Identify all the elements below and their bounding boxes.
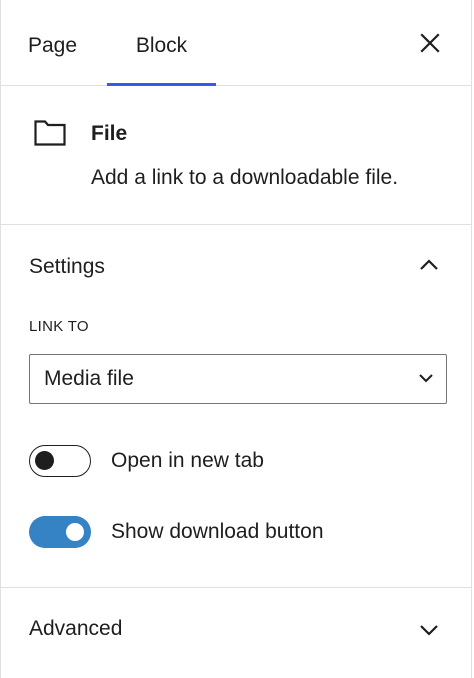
- advanced-panel-toggle[interactable]: Advanced: [1, 599, 471, 659]
- chevron-down-icon: [419, 374, 433, 383]
- tab-block[interactable]: Block: [107, 0, 216, 86]
- chevron-up-icon: [420, 259, 438, 270]
- chevron-down-icon: [420, 625, 438, 636]
- close-icon: [420, 33, 440, 53]
- block-card: [1, 86, 471, 225]
- block-inspector-panel: Page Block File Add a link to a download…: [0, 0, 472, 678]
- toggle-knob: [35, 451, 54, 470]
- open-new-tab-toggle[interactable]: [29, 445, 91, 477]
- block-title: File: [91, 122, 128, 145]
- close-button[interactable]: [417, 30, 445, 58]
- folder-icon: [34, 120, 66, 146]
- link-to-value: Media file: [44, 367, 134, 390]
- show-download-button-label: Show download button: [111, 520, 324, 543]
- link-to-label: LINK TO: [29, 318, 89, 335]
- block-description: Add a link to a downloadable file.: [91, 166, 399, 189]
- open-new-tab-label: Open in new tab: [111, 449, 264, 472]
- settings-panel-toggle[interactable]: Settings: [1, 236, 471, 296]
- link-to-select[interactable]: Media file: [29, 354, 447, 404]
- sidebar-tabs: Page Block: [1, 0, 471, 86]
- toggle-knob: [66, 523, 84, 541]
- advanced-title: Advanced: [29, 617, 123, 640]
- tab-page[interactable]: Page: [28, 0, 77, 85]
- show-download-button-toggle[interactable]: [29, 516, 91, 548]
- settings-title: Settings: [29, 255, 105, 278]
